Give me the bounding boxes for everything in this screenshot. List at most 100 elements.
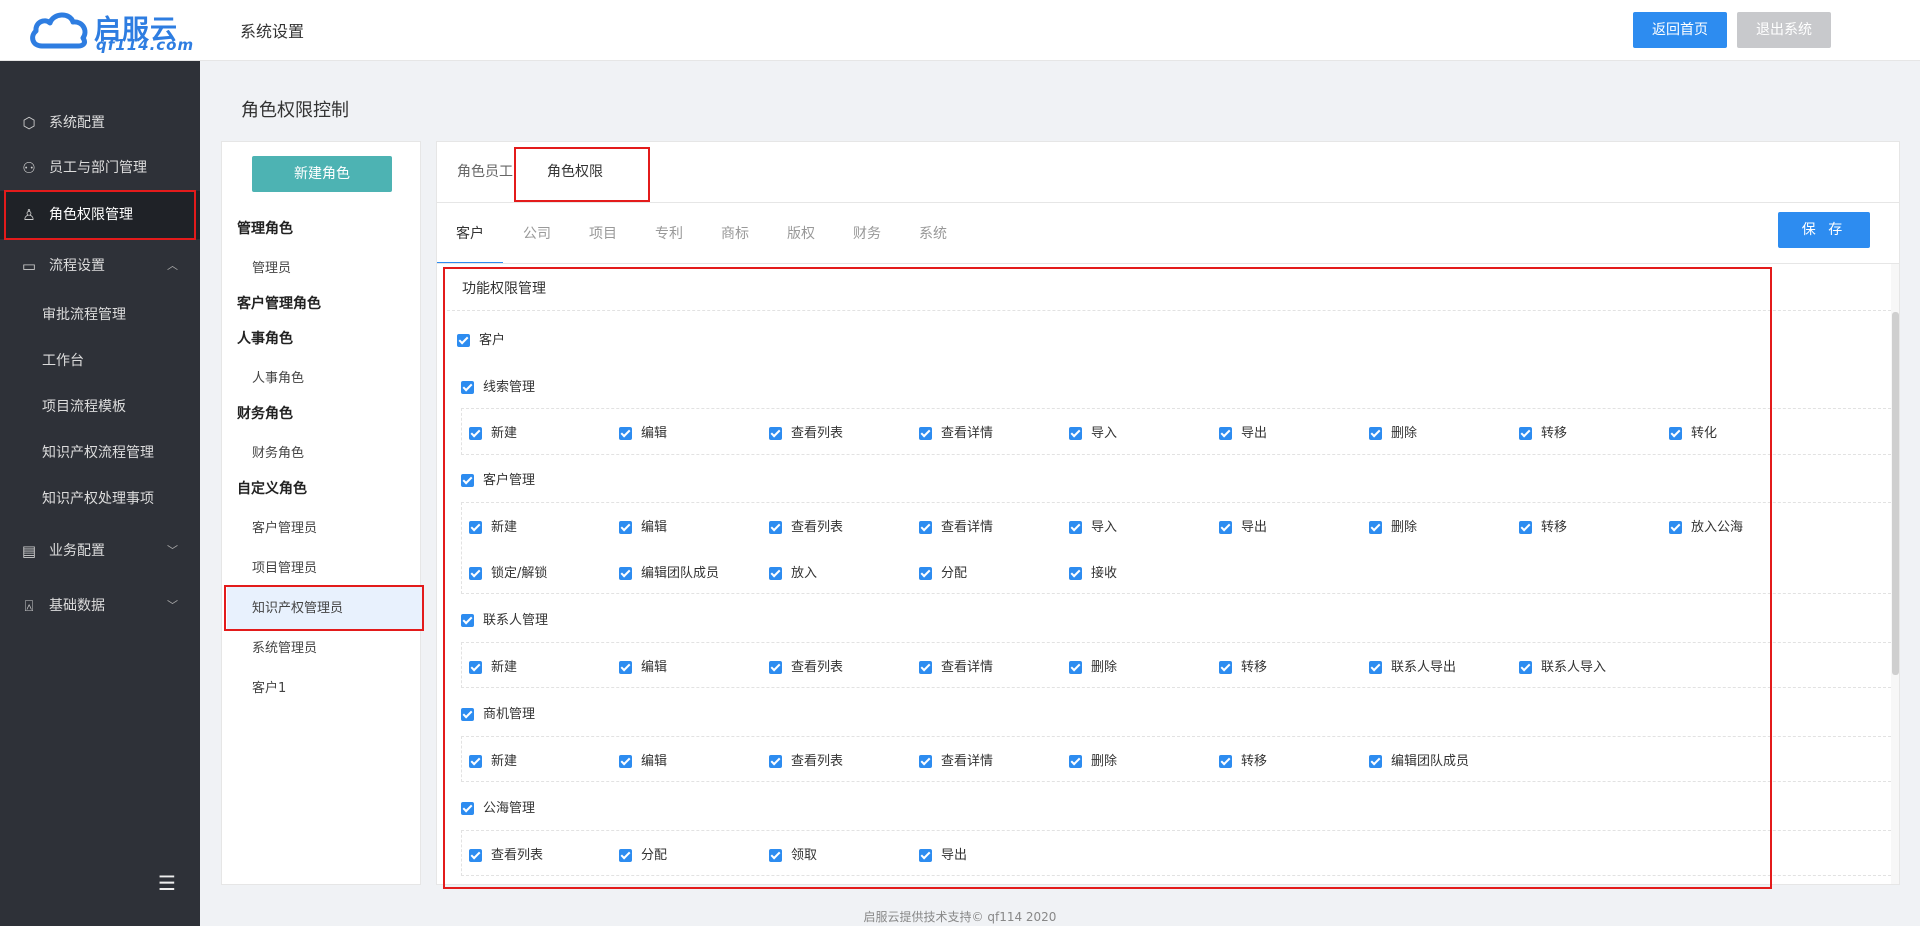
perm-box <box>461 642 1891 688</box>
sidebar-subitem-ip-flow[interactable]: 知识产权流程管理 <box>42 433 154 473</box>
role-item[interactable]: 项目管理员 <box>252 557 317 576</box>
sidebar-subitem-project-template[interactable]: 项目流程模板 <box>42 387 126 427</box>
perm-item-checkbox[interactable]: 编辑 <box>619 656 667 675</box>
perm-item-checkbox[interactable]: 分配 <box>619 844 667 863</box>
tab-company[interactable]: 公司 <box>523 204 551 264</box>
perm-item-checkbox[interactable]: 查看列表 <box>769 516 843 535</box>
new-role-button[interactable]: 新建角色 <box>252 156 392 192</box>
perm-item-checkbox[interactable]: 放入 <box>769 562 817 581</box>
chevron-down-icon: ﹀ <box>167 599 178 612</box>
perm-item-checkbox[interactable]: 转移 <box>1519 516 1567 535</box>
checkbox-checked-icon <box>769 567 782 580</box>
divider <box>437 202 1899 203</box>
checkbox-checked-icon <box>1519 521 1532 534</box>
checkbox-checked-icon <box>769 661 782 674</box>
role-item[interactable]: 客户管理员 <box>252 517 317 536</box>
sidebar-subitem-ip-matters[interactable]: 知识产权处理事项 <box>42 479 154 519</box>
role-item[interactable]: 人事角色 <box>252 367 304 386</box>
perm-item-checkbox[interactable]: 删除 <box>1069 656 1117 675</box>
collapse-menu-icon[interactable]: ☰ <box>158 871 176 895</box>
sidebar-item-business-config[interactable]: ▤ 业务配置 ﹀ <box>0 531 200 571</box>
perm-item-checkbox[interactable]: 导出 <box>919 844 967 863</box>
perm-item-checkbox[interactable]: 删除 <box>1369 422 1417 441</box>
perm-item-checkbox[interactable]: 分配 <box>919 562 967 581</box>
perm-item-checkbox[interactable]: 编辑团队成员 <box>619 562 719 581</box>
scrollbar-thumb[interactable] <box>1892 312 1899 675</box>
perm-item-checkbox[interactable]: 编辑 <box>619 422 667 441</box>
perm-item-checkbox[interactable]: 转移 <box>1219 750 1267 769</box>
perm-item-checkbox[interactable]: 查看详情 <box>919 750 993 769</box>
user-icon: ♙ <box>22 206 36 224</box>
logout-button[interactable]: 退出系统 <box>1737 12 1831 48</box>
perm-item-checkbox[interactable]: 查看详情 <box>919 516 993 535</box>
perm-item-checkbox[interactable]: 导出 <box>1219 422 1267 441</box>
perm-item-checkbox[interactable]: 编辑团队成员 <box>1369 750 1469 769</box>
perm-item-checkbox[interactable]: 删除 <box>1069 750 1117 769</box>
sidebar-item-base-data[interactable]: ⍓ 基础数据 ﹀ <box>0 586 200 626</box>
perm-item-checkbox[interactable]: 锁定/解锁 <box>469 562 547 581</box>
perm-item-checkbox[interactable]: 查看列表 <box>469 844 543 863</box>
perm-section-checkbox[interactable]: 线索管理 <box>461 376 535 395</box>
perm-item-checkbox[interactable]: 新建 <box>469 516 517 535</box>
perm-section-checkbox[interactable]: 公海管理 <box>461 797 535 816</box>
sidebar-item-flow-settings[interactable]: ▭ 流程设置 ︿ <box>0 246 200 286</box>
tab-copyright[interactable]: 版权 <box>787 204 815 264</box>
chevron-up-icon: ︿ <box>167 259 178 272</box>
perm-item-checkbox[interactable]: 查看详情 <box>919 656 993 675</box>
document-icon: ▤ <box>21 542 37 560</box>
checkbox-checked-icon <box>1069 567 1082 580</box>
perm-item-checkbox[interactable]: 导出 <box>1219 516 1267 535</box>
tab-system[interactable]: 系统 <box>919 204 947 264</box>
checkbox-checked-icon <box>469 427 482 440</box>
perm-item-checkbox[interactable]: 接收 <box>1069 562 1117 581</box>
perm-item-checkbox[interactable]: 新建 <box>469 422 517 441</box>
perm-item-checkbox[interactable]: 删除 <box>1369 516 1417 535</box>
perm-item-checkbox[interactable]: 编辑 <box>619 750 667 769</box>
tab-project[interactable]: 项目 <box>589 204 617 264</box>
tab-trademark[interactable]: 商标 <box>721 204 749 264</box>
perm-item-checkbox[interactable]: 编辑 <box>619 516 667 535</box>
perm-item-checkbox[interactable]: 导入 <box>1069 422 1117 441</box>
perm-item-checkbox[interactable]: 联系人导出 <box>1369 656 1456 675</box>
role-item[interactable]: 财务角色 <box>252 442 304 461</box>
perm-item-checkbox[interactable]: 转化 <box>1669 422 1717 441</box>
perm-section-checkbox[interactable]: 联系人管理 <box>461 609 548 628</box>
perm-item-checkbox[interactable]: 转移 <box>1219 656 1267 675</box>
perm-item-checkbox[interactable]: 查看列表 <box>769 422 843 441</box>
sidebar-item-staff-dept[interactable]: ⚇ 员工与部门管理 <box>0 148 200 188</box>
sidebar-item-system-config[interactable]: ⬡ 系统配置 <box>0 103 200 143</box>
perm-item-checkbox[interactable]: 查看详情 <box>919 422 993 441</box>
checkbox-checked-icon <box>1069 521 1082 534</box>
perm-top-checkbox[interactable]: 客户 <box>457 329 505 348</box>
logo-subtext: qf114.com <box>96 36 195 54</box>
sidebar-item-label: 流程设置 <box>49 258 105 274</box>
role-item[interactable]: 客户1 <box>252 677 286 696</box>
perm-section-checkbox[interactable]: 客户管理 <box>461 469 535 488</box>
save-button[interactable]: 保 存 <box>1778 212 1870 248</box>
perm-item-checkbox[interactable]: 领取 <box>769 844 817 863</box>
sidebar-subitem-workbench[interactable]: 工作台 <box>42 341 84 381</box>
perm-item-checkbox[interactable]: 新建 <box>469 750 517 769</box>
home-button[interactable]: 返回首页 <box>1633 12 1727 48</box>
perm-item-checkbox[interactable]: 查看列表 <box>769 656 843 675</box>
tab-patent[interactable]: 专利 <box>655 204 683 264</box>
role-item[interactable]: 系统管理员 <box>252 637 317 656</box>
perm-section-checkbox[interactable]: 商机管理 <box>461 703 535 722</box>
role-item-selected[interactable]: 知识产权管理员 <box>252 597 343 616</box>
perm-item-checkbox[interactable]: 放入公海 <box>1669 516 1743 535</box>
checkbox-checked-icon <box>1069 427 1082 440</box>
sidebar-subitem-approval[interactable]: 审批流程管理 <box>42 295 126 335</box>
role-item[interactable]: 管理员 <box>252 257 291 276</box>
perm-item-checkbox[interactable]: 转移 <box>1519 422 1567 441</box>
perm-item-checkbox[interactable]: 查看列表 <box>769 750 843 769</box>
tab-customer[interactable]: 客户 <box>437 204 503 264</box>
perm-label: 联系人导出 <box>1391 660 1457 675</box>
logo[interactable]: 启服云 qf114.com <box>28 6 193 54</box>
sidebar-item-role-permission[interactable]: ♙ 角色权限管理 <box>0 191 200 239</box>
tab-finance[interactable]: 财务 <box>853 204 881 264</box>
tab-role-staff[interactable]: 角色员工 <box>457 142 513 202</box>
perm-item-checkbox[interactable]: 新建 <box>469 656 517 675</box>
tab-role-permission[interactable]: 角色权限 <box>530 142 620 202</box>
perm-item-checkbox[interactable]: 联系人导入 <box>1519 656 1606 675</box>
perm-item-checkbox[interactable]: 导入 <box>1069 516 1117 535</box>
